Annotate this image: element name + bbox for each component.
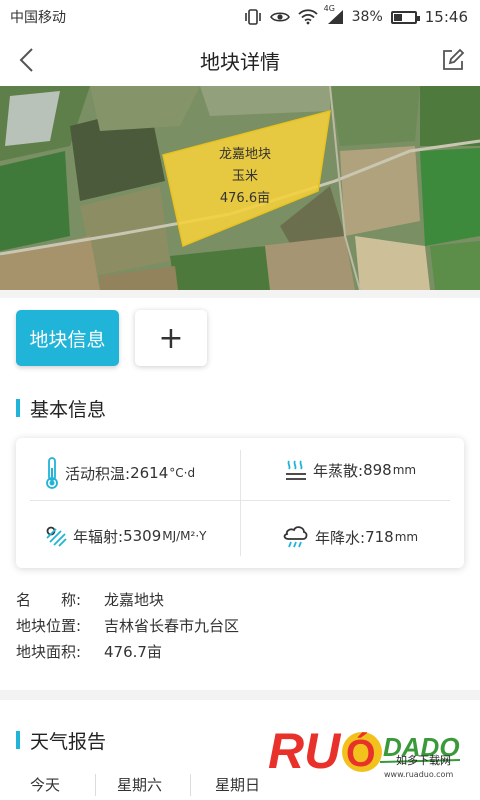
metric-unit: mm [392, 463, 417, 477]
add-tab-button[interactable]: + [135, 310, 207, 366]
svg-text:RU: RU [268, 723, 342, 779]
weather-heading: 天气报告 [16, 726, 106, 754]
plot-details: 名 称: 龙嘉地块 地块位置: 吉林省长春市九台区 地块面积: 476.7亩 [16, 586, 464, 664]
tab-plot-info[interactable]: 地块信息 [16, 310, 119, 366]
radiation-icon [44, 524, 68, 548]
thermometer-icon [44, 456, 60, 490]
divider [0, 290, 480, 298]
edit-icon [443, 48, 465, 70]
edit-button[interactable] [438, 44, 468, 76]
divider [0, 690, 480, 700]
satellite-map[interactable]: 龙嘉地块 玉米 476.6亩 [0, 86, 480, 290]
metric-unit: MJ/M²·Y [162, 529, 207, 543]
metric-unit: °C·d [169, 466, 196, 480]
detail-label: 名 称: [16, 590, 82, 609]
detail-label: 地块位置: [16, 616, 82, 635]
network-type-label: 4G [323, 4, 335, 13]
metric-precipitation: 年降水: 718 mm [282, 524, 418, 550]
climate-card: 活动积温: 2614 °C·d 年蒸散: 898 mm 年辐射: 5309 MJ… [16, 438, 464, 568]
status-bar: 中国移动 4G 38% 15:46 [0, 0, 480, 34]
chevron-left-icon [19, 48, 33, 72]
back-button[interactable] [12, 44, 40, 76]
battery-icon [390, 10, 420, 24]
weather-tab-sunday[interactable]: 星期日 [215, 774, 260, 795]
card-divider [30, 500, 450, 501]
plot-label: 龙嘉地块 玉米 476.6亩 [175, 144, 315, 210]
metric-value: 2614 [130, 464, 169, 482]
vibrate-icon [244, 9, 262, 25]
nav-bar: 地块详情 [0, 34, 480, 86]
metric-value: 718 [365, 528, 394, 546]
metric-label: 年辐射: [73, 527, 124, 546]
weather-tab-saturday[interactable]: 星期六 [117, 774, 162, 795]
metric-value: 898 [363, 461, 392, 479]
battery-level [393, 13, 402, 21]
basic-info-heading: 基本信息 [16, 394, 106, 422]
clock: 15:46 [424, 8, 468, 26]
carrier-label: 中国移动 [10, 10, 66, 26]
watermark-url: www.ruaduo.com [384, 770, 454, 779]
basic-info-title: 基本信息 [30, 398, 107, 421]
tab-separator [190, 774, 191, 796]
heading-accent-bar [16, 399, 20, 417]
metric-accumulated-temp: 活动积温: 2614 °C·d [44, 456, 195, 490]
plot-name: 龙嘉地块 [218, 147, 271, 162]
metric-label: 年蒸散: [313, 461, 364, 480]
detail-value: 吉林省长春市九台区 [104, 616, 240, 635]
wifi-icon [298, 9, 318, 25]
detail-label: 地块面积: [16, 642, 82, 661]
eye-icon [269, 10, 290, 24]
metric-radiation: 年辐射: 5309 MJ/M²·Y [44, 524, 207, 548]
plot-crop: 玉米 [231, 169, 258, 184]
signal-icon: 4G [324, 4, 344, 25]
weather-title: 天气报告 [30, 730, 107, 753]
plot-tabs: 地块信息 + [0, 298, 480, 376]
page-title: 地块详情 [200, 49, 280, 74]
watermark-slogan: 如多下载网 [396, 754, 451, 767]
metric-label: 年降水: [315, 528, 366, 547]
detail-value: 476.7亩 [104, 642, 162, 661]
plot-area: 476.6亩 [219, 191, 271, 206]
card-divider [240, 450, 241, 556]
heading-accent-bar [16, 731, 20, 749]
detail-row-name: 名 称: 龙嘉地块 [16, 586, 464, 612]
detail-value: 龙嘉地块 [104, 590, 165, 609]
detail-row-area: 地块面积: 476.7亩 [16, 638, 464, 664]
detail-row-location: 地块位置: 吉林省长春市九台区 [16, 612, 464, 638]
metric-evaporation: 年蒸散: 898 mm [284, 458, 416, 482]
svg-text:Ó: Ó [346, 731, 376, 775]
rain-cloud-icon [282, 524, 310, 550]
evaporation-icon [284, 458, 308, 482]
battery-percent: 38% [351, 9, 383, 25]
tab-separator [95, 774, 96, 796]
metric-value: 5309 [123, 527, 162, 545]
metric-label: 活动积温: [65, 464, 131, 483]
status-icons: 4G 38% 15:46 [244, 4, 468, 26]
weather-tab-today[interactable]: 今天 [30, 774, 60, 795]
metric-unit: mm [394, 530, 419, 544]
